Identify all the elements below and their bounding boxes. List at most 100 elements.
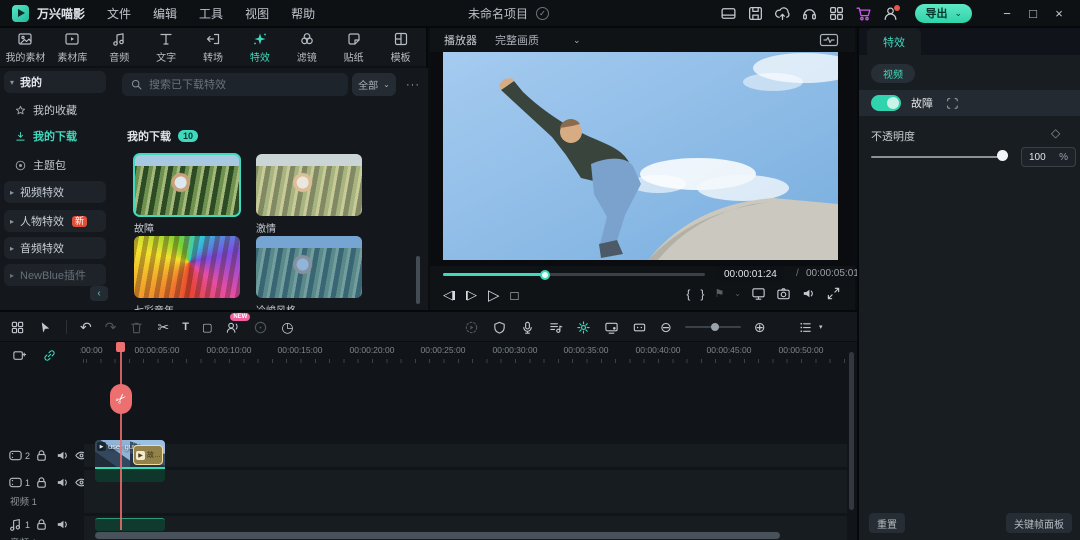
speech-to-text-button[interactable]: NEW bbox=[225, 320, 240, 335]
export-button[interactable]: 导出 ⌄ bbox=[915, 4, 972, 23]
render-preview-button[interactable] bbox=[464, 320, 479, 335]
timeline-lanes[interactable]: ▶ user guide ▶ 故障 bbox=[84, 342, 847, 540]
menu-edit[interactable]: 编辑 bbox=[153, 5, 177, 22]
color-palette-button[interactable] bbox=[253, 320, 268, 335]
timeline-horizontal-scrollbar[interactable] bbox=[95, 532, 780, 539]
lock-track-icon[interactable] bbox=[34, 517, 49, 532]
sidebar-group-newblue[interactable]: ▸ NewBlue插件 bbox=[4, 264, 106, 286]
tab-stock-media[interactable]: 素材库 bbox=[49, 28, 96, 66]
export-dropdown-icon[interactable]: ⌄ bbox=[954, 8, 962, 19]
timeline-zoom-slider[interactable] bbox=[685, 326, 741, 328]
smart-effects-button[interactable] bbox=[576, 320, 591, 335]
close-button[interactable]: × bbox=[1046, 6, 1072, 21]
keyframe-diamond-icon[interactable]: ◇ bbox=[1051, 126, 1060, 140]
support-headset-icon[interactable] bbox=[801, 5, 818, 22]
track-manager-dropdown-icon[interactable]: ▾ bbox=[819, 323, 823, 331]
tab-effects[interactable]: 特效 bbox=[236, 28, 283, 66]
mark-in-button[interactable]: { bbox=[686, 287, 690, 301]
reset-button[interactable]: 重置 bbox=[869, 513, 905, 533]
keyframe-panel-button[interactable]: 关键帧面板 bbox=[1006, 513, 1072, 533]
tab-transitions[interactable]: 转场 bbox=[190, 28, 237, 66]
seek-bar[interactable] bbox=[443, 273, 705, 276]
timeline-vertical-scrollbar[interactable] bbox=[849, 352, 854, 510]
audio-to-text-button[interactable] bbox=[548, 320, 563, 335]
redo-button[interactable]: ↷ bbox=[105, 320, 117, 334]
mute-track-icon[interactable] bbox=[55, 517, 70, 532]
stop-button[interactable]: □ bbox=[511, 288, 519, 303]
menu-file[interactable]: 文件 bbox=[107, 5, 131, 22]
track-lane-video1[interactable] bbox=[84, 470, 847, 513]
mute-track-icon[interactable] bbox=[55, 475, 70, 490]
toolbox-icon[interactable] bbox=[10, 320, 25, 335]
sidebar-item-favorites[interactable]: 我的收藏 bbox=[14, 100, 106, 120]
mark-out-button[interactable]: } bbox=[700, 287, 704, 301]
previous-frame-button[interactable]: ◁ bbox=[443, 287, 455, 303]
volume-icon[interactable] bbox=[801, 286, 816, 301]
media-type-pill[interactable]: 视频 bbox=[871, 64, 915, 83]
tab-my-media[interactable]: 我的素材 bbox=[2, 28, 49, 66]
marker-button[interactable]: ⚑ bbox=[714, 287, 724, 300]
effect-thumb-rainbow[interactable] bbox=[134, 236, 240, 298]
track-lane-video2[interactable] bbox=[84, 444, 847, 467]
playhead-scissors-handle[interactable]: ✂ bbox=[110, 384, 132, 414]
tab-audio[interactable]: 音频 bbox=[96, 28, 143, 66]
selection-corners-icon[interactable] bbox=[945, 96, 959, 110]
more-options-button[interactable]: ··· bbox=[402, 73, 424, 96]
record-voiceover-button[interactable] bbox=[520, 320, 535, 335]
playhead-line[interactable] bbox=[120, 342, 122, 530]
sidebar-group-video-fx[interactable]: ▸ 视频特效 bbox=[4, 181, 106, 203]
effects-scrollbar[interactable] bbox=[416, 256, 420, 304]
lock-track-icon[interactable] bbox=[34, 448, 49, 463]
sidebar-group-audio-fx[interactable]: ▸ 音频特效 bbox=[4, 237, 106, 259]
tab-text[interactable]: 文字 bbox=[143, 28, 190, 66]
sidebar-group-character-fx[interactable]: ▸ 人物特效 新 bbox=[4, 210, 106, 232]
track-manager-button[interactable] bbox=[798, 320, 813, 335]
quality-dropdown[interactable]: 完整画质 bbox=[495, 32, 539, 48]
apps-grid-icon[interactable] bbox=[828, 5, 845, 22]
search-box[interactable] bbox=[122, 73, 348, 96]
audio-strip[interactable] bbox=[95, 518, 165, 531]
delete-button[interactable] bbox=[129, 320, 144, 335]
zoom-slider-handle[interactable] bbox=[711, 323, 719, 331]
layout-panel-icon[interactable] bbox=[720, 5, 737, 22]
effect-thumb-cool[interactable] bbox=[256, 236, 362, 298]
next-frame-button[interactable]: ▷ bbox=[466, 287, 478, 303]
inspector-tab-effects[interactable]: 特效 bbox=[867, 28, 921, 55]
playhead-pin[interactable] bbox=[116, 342, 125, 352]
sidebar-group-my[interactable]: ▾ 我的 bbox=[4, 71, 106, 93]
menu-tools[interactable]: 工具 bbox=[199, 5, 223, 22]
text-tool-button[interactable]: T bbox=[182, 321, 189, 333]
save-icon[interactable] bbox=[747, 5, 764, 22]
account-icon[interactable] bbox=[882, 5, 899, 22]
snapshot-camera-icon[interactable] bbox=[776, 286, 791, 301]
menu-help[interactable]: 帮助 bbox=[291, 5, 315, 22]
tab-stickers[interactable]: 贴纸 bbox=[330, 28, 377, 66]
tab-filters[interactable]: 滤镜 bbox=[283, 28, 330, 66]
sidebar-item-downloads[interactable]: 我的下载 bbox=[14, 126, 106, 146]
fullscreen-icon[interactable] bbox=[826, 286, 841, 301]
tab-templates[interactable]: 模板 bbox=[377, 28, 424, 66]
video-frame[interactable] bbox=[443, 52, 838, 260]
effect-clip[interactable]: ▶ 故障 bbox=[133, 445, 163, 465]
store-cart-icon[interactable] bbox=[855, 5, 872, 22]
marker-strip-button[interactable] bbox=[632, 320, 647, 335]
scope-view-icon[interactable] bbox=[819, 32, 839, 48]
add-track-icon[interactable] bbox=[12, 348, 27, 363]
mirror-display-icon[interactable] bbox=[751, 286, 766, 301]
screen-record-button[interactable] bbox=[604, 320, 619, 335]
select-tool-icon[interactable] bbox=[38, 320, 53, 335]
menu-view[interactable]: 视图 bbox=[245, 5, 269, 22]
undo-button[interactable]: ↶ bbox=[80, 320, 92, 334]
crop-tool-button[interactable]: ▢ bbox=[202, 321, 212, 334]
maximize-button[interactable]: □ bbox=[1020, 6, 1046, 21]
opacity-value-box[interactable]: 100 % bbox=[1021, 147, 1076, 167]
mute-track-icon[interactable] bbox=[55, 448, 70, 463]
zoom-in-button[interactable]: ⊕ bbox=[754, 320, 766, 334]
filter-dropdown[interactable]: 全部 ⌄ bbox=[352, 73, 396, 96]
minimize-button[interactable]: − bbox=[994, 6, 1020, 21]
opacity-slider[interactable] bbox=[871, 156, 1004, 158]
chevron-down-icon[interactable]: ⌄ bbox=[573, 35, 581, 46]
split-scissors-button[interactable]: ✂ bbox=[157, 320, 169, 334]
effect-thumb-glitch[interactable] bbox=[134, 154, 240, 216]
sidebar-item-theme-packs[interactable]: 主题包 bbox=[14, 155, 106, 175]
